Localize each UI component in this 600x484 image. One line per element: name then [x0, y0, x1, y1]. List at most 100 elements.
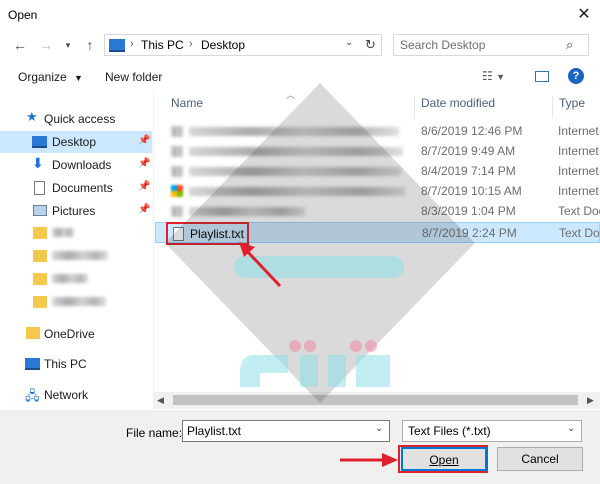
horizontal-scrollbar[interactable]: ◀ ▶ [153, 392, 600, 409]
sidebar-item-documents[interactable]: Documents 📌 [0, 177, 152, 199]
pin-icon[interactable]: 📌 [138, 135, 150, 146]
sidebar-item-label: Desktop [52, 135, 97, 149]
up-arrow-icon[interactable]: ↑ [80, 35, 100, 55]
file-type: Text Doc [559, 226, 600, 240]
scroll-right-icon[interactable]: ▶ [587, 395, 594, 406]
column-header-type[interactable]: Type [559, 96, 585, 116]
file-row[interactable]: 8/7/2019 10:15 AM Internet [155, 181, 600, 201]
search-input[interactable]: Search Desktop [400, 38, 485, 52]
title-bar [0, 0, 600, 31]
file-icon [171, 206, 183, 217]
sidebar-item-desktop[interactable]: Desktop 📌 [0, 131, 152, 153]
annotation-arrow-icon [239, 242, 282, 288]
file-type-select[interactable]: Text Files (*.txt) ⌄ [402, 420, 582, 442]
file-date: 8/6/2019 12:46 PM [421, 124, 523, 138]
file-date: 8/7/2019 2:24 PM [422, 226, 517, 240]
blurred-file-name [189, 207, 305, 216]
file-name-value[interactable]: Playlist.txt [187, 424, 241, 438]
network-icon: 🖧 [25, 388, 40, 403]
file-row[interactable]: 8/4/2019 7:14 PM Internet [155, 161, 600, 181]
chevron-down-icon: ⌄ [567, 423, 576, 434]
sidebar-item-label: This PC [44, 357, 87, 371]
scroll-left-icon[interactable]: ◀ [157, 395, 164, 406]
recent-locations-chevron-icon[interactable]: ▾ [58, 35, 78, 55]
folder-icon [33, 250, 47, 262]
file-row[interactable]: 8/6/2019 12:46 PM Internet [155, 121, 600, 141]
file-name-field[interactable]: Playlist.txt ⌄ [182, 420, 390, 442]
sort-chevron-icon: ︿ [286, 90, 296, 100]
desktop-icon [32, 136, 47, 148]
sidebar-item-label: Network [44, 388, 89, 402]
column-divider[interactable] [414, 96, 415, 118]
view-options-icon[interactable]: ☷ ▼ [482, 69, 505, 83]
refresh-icon[interactable]: ↻ [365, 37, 376, 53]
sidebar-item-downloads[interactable]: ⬇ Downloads 📌 [0, 154, 152, 176]
file-icon [171, 185, 183, 197]
annotation-arrow-icon [340, 453, 398, 467]
open-button[interactable]: Open [401, 447, 487, 471]
text-file-icon [173, 227, 184, 241]
file-type: Text Doc [558, 204, 600, 218]
document-icon [34, 181, 45, 195]
this-pc-icon [109, 39, 125, 52]
blurred-folder-name[interactable] [52, 297, 106, 306]
sidebar-item-label: Documents [52, 181, 113, 195]
column-header-date[interactable]: Date modified [421, 96, 495, 116]
sidebar-item-onedrive[interactable]: OneDrive [0, 323, 152, 345]
file-type: Internet [558, 144, 599, 158]
help-icon[interactable]: ? [568, 68, 584, 84]
blurred-folder-name[interactable] [52, 251, 108, 260]
file-row[interactable]: 8/7/2019 9:49 AM Internet [155, 141, 600, 161]
pin-icon[interactable]: 📌 [138, 158, 150, 169]
file-type: Internet [558, 164, 599, 178]
close-icon[interactable]: ✕ [571, 2, 597, 28]
address-bar[interactable]: › This PC › Desktop ⌄ ↻ [104, 34, 382, 56]
sidebar-item-label: Quick access [44, 112, 116, 126]
pictures-icon [33, 205, 47, 216]
breadcrumb-this-pc[interactable]: This PC [141, 38, 184, 52]
sidebar-quick-access[interactable]: ★ Quick access [0, 108, 152, 130]
organize-button[interactable]: Organize ▼ [18, 70, 83, 84]
blurred-folder-name[interactable] [52, 274, 88, 283]
file-date: 8/7/2019 10:15 AM [421, 184, 522, 198]
forward-arrow-icon[interactable]: → [36, 35, 56, 55]
sidebar-item-network[interactable]: 🖧 Network [0, 384, 152, 406]
sidebar-item-label: Pictures [52, 204, 96, 218]
sidebar-item-pictures[interactable]: Pictures 📌 [0, 200, 152, 222]
chevron-right-icon: › [130, 38, 134, 50]
file-row[interactable]: 8/3/2019 1:04 PM Text Doc [155, 201, 600, 221]
folder-icon [33, 227, 47, 239]
file-date: 8/4/2019 7:14 PM [421, 164, 516, 178]
sidebar-item-label: Downloads [52, 158, 112, 172]
scrollbar-thumb[interactable] [173, 395, 578, 405]
column-header-name[interactable]: Name [171, 96, 203, 116]
folder-icon [33, 296, 47, 308]
column-divider[interactable] [552, 96, 553, 118]
sidebar-item-this-pc[interactable]: This PC [0, 353, 152, 375]
blurred-folder-name[interactable] [52, 228, 74, 237]
pin-icon[interactable]: 📌 [138, 181, 150, 192]
open-button-label: Open [429, 453, 459, 467]
blurred-file-name [189, 167, 401, 176]
window-title: Open [8, 8, 38, 22]
command-bar [0, 64, 600, 91]
new-folder-button[interactable]: New folder [105, 70, 162, 84]
search-box[interactable]: Search Desktop ⌕ [393, 34, 589, 56]
breadcrumb-desktop[interactable]: Desktop [201, 38, 245, 52]
cancel-button[interactable]: Cancel [497, 447, 583, 471]
blurred-file-name [189, 187, 405, 196]
preview-pane-icon[interactable] [535, 71, 549, 82]
blurred-file-name [189, 127, 399, 136]
download-arrow-icon: ⬇ [32, 155, 44, 171]
organize-label: Organize [18, 70, 67, 84]
file-type: Internet [558, 124, 599, 138]
file-icon [171, 166, 183, 177]
file-type: Internet [558, 184, 599, 198]
chevron-right-icon: › [189, 38, 193, 50]
search-icon[interactable]: ⌕ [566, 37, 573, 53]
pin-icon[interactable]: 📌 [138, 204, 150, 215]
address-dropdown-icon[interactable]: ⌄ [345, 37, 353, 48]
file-icon [171, 126, 183, 137]
chevron-down-icon[interactable]: ⌄ [375, 423, 383, 434]
back-arrow-icon[interactable]: ← [10, 35, 30, 55]
